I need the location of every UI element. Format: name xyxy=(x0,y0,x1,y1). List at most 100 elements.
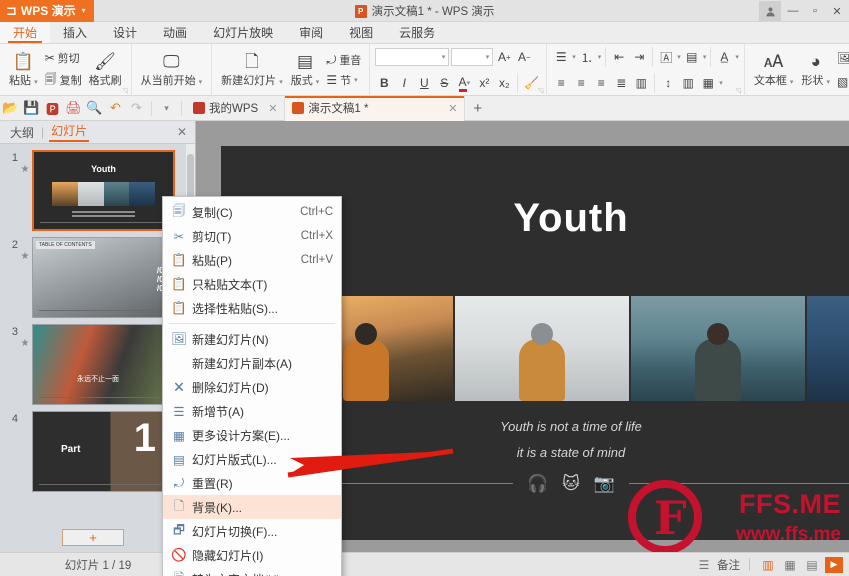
align-left-icon[interactable]: ≡ xyxy=(552,74,570,93)
slide-thumbnail-3[interactable]: 3 ★ 永远不止一面 xyxy=(0,318,186,405)
align-text-icon[interactable]: ▤ xyxy=(683,48,701,67)
tab-insert[interactable]: 插入 xyxy=(50,22,100,43)
undo-icon[interactable]: ↶ xyxy=(105,98,126,119)
open-icon[interactable]: 📂 xyxy=(0,98,21,119)
columns-icon[interactable]: ▥ xyxy=(679,74,697,93)
slide-thumbnail-image[interactable]: Youth xyxy=(32,150,175,231)
avatar[interactable] xyxy=(759,1,781,21)
align-center-icon[interactable]: ≡ xyxy=(572,74,590,93)
font-color-button[interactable]: A ▾ xyxy=(455,74,473,93)
menu-item-convert-to-doc[interactable]: 🗎 转为文字文档(H)... xyxy=(163,567,341,576)
slide-thumbnail-1[interactable]: 1 ★ Youth xyxy=(0,144,186,231)
menu-item-cut[interactable]: ✂ 剪切(T) Ctrl+X xyxy=(163,224,341,248)
menu-item-background[interactable]: 🗋 背景(K)... xyxy=(163,495,341,519)
clipboard-dialog-launcher[interactable]: ◹ xyxy=(122,87,127,95)
slide-thumbnail-image[interactable]: TABLE OF CONTENTS /01 /02 /03 xyxy=(32,237,175,318)
font-dialog-launcher[interactable]: ◹ xyxy=(538,87,543,95)
text-box-button[interactable]: 🗚 文本框 ▾ xyxy=(750,51,798,90)
menu-item-copy[interactable]: 🗐 复制(C) Ctrl+C xyxy=(163,200,341,224)
export-pdf-icon[interactable]: 🅿 xyxy=(42,98,63,119)
document-tab-my-wps[interactable]: 我的WPS ✕ xyxy=(186,95,286,121)
format-painter-button[interactable]: 🖌 格式刷 xyxy=(85,51,126,90)
minimize-button[interactable]: — xyxy=(783,1,803,21)
customize-icon[interactable]: ▾ xyxy=(156,98,177,119)
section-button[interactable]: ☰ 节 ▾ xyxy=(323,71,364,89)
slide-thumbnail-image[interactable]: 永远不止一面 xyxy=(32,324,175,405)
subscript-button[interactable]: x₂ xyxy=(495,74,513,93)
font-size-select[interactable]: ▾ xyxy=(451,48,494,66)
print-icon[interactable]: 🖨 xyxy=(63,98,84,119)
copy-button[interactable]: 🗐 复制 xyxy=(42,69,85,92)
menu-item-duplicate-slide[interactable]: 新建幻灯片副本(A) xyxy=(163,351,341,375)
arrange-button[interactable]: ▧ 排列▾ xyxy=(834,73,849,91)
smartart-icon[interactable]: ▦ xyxy=(699,74,717,93)
slide-thumbnail-4[interactable]: 4 ★ Part 1 xyxy=(0,405,186,492)
justify-icon[interactable]: ≣ xyxy=(612,74,630,93)
document-tab-presentation1[interactable]: 演示文稿1 * ✕ xyxy=(285,95,466,121)
text-direction-icon[interactable]: 🄰 xyxy=(657,48,675,67)
tab-cloud-service[interactable]: 云服务 xyxy=(386,22,448,43)
slide-sorter-icon[interactable]: ▦ xyxy=(781,557,799,573)
tab-view[interactable]: 视图 xyxy=(336,22,386,43)
grow-font-button[interactable]: A + xyxy=(495,48,513,67)
bullet-list-icon[interactable]: ☰ xyxy=(552,48,570,67)
layout-button[interactable]: ▤ 版式 ▾ xyxy=(287,51,324,90)
slide-photo-2[interactable] xyxy=(455,296,629,401)
menu-item-add-section[interactable]: ☰ 新增节(A) xyxy=(163,399,341,423)
align-right-icon[interactable]: ≡ xyxy=(592,74,610,93)
menu-item-paste-text-only[interactable]: 📋 只粘贴文本(T) xyxy=(163,272,341,296)
new-tab-button[interactable]: + xyxy=(465,100,490,117)
menu-item-new-slide[interactable]: 🖼 新建幻灯片(N) xyxy=(163,327,341,351)
reset-button[interactable]: ⤾ 重音 xyxy=(323,51,364,69)
menu-item-slide-transition[interactable]: 🗗 幻灯片切换(F)... xyxy=(163,519,341,543)
menu-item-paste[interactable]: 📋 粘贴(P) Ctrl+V xyxy=(163,248,341,272)
char-spacing-icon[interactable]: A̲ xyxy=(715,48,733,67)
line-spacing-icon[interactable]: ↕ xyxy=(659,74,677,93)
tab-start[interactable]: 开始 xyxy=(0,22,51,43)
cut-button[interactable]: ✂ 剪切 xyxy=(42,49,85,67)
notes-button[interactable]: 备注 xyxy=(717,557,740,573)
italic-button[interactable]: I xyxy=(395,74,413,93)
normal-view-icon[interactable]: ▥ xyxy=(759,557,777,573)
paste-button[interactable]: 📋 粘贴 ▾ xyxy=(5,51,42,90)
close-icon[interactable]: ✕ xyxy=(448,102,457,115)
wps-app-badge[interactable]: ⊐ WPS 演示 ▾ xyxy=(0,0,94,22)
bold-button[interactable]: B xyxy=(375,74,393,93)
underline-button[interactable]: U xyxy=(415,74,433,93)
chevron-down-icon[interactable]: ▾ xyxy=(82,6,86,15)
shapes-button[interactable]: ◕ 形状 ▾ xyxy=(797,51,834,90)
strikethrough-button[interactable]: S xyxy=(435,74,453,93)
font-name-select[interactable]: ▾ xyxy=(375,48,450,66)
close-button[interactable]: ✕ xyxy=(827,1,847,21)
tab-slideshow[interactable]: 幻灯片放映 xyxy=(200,22,286,43)
slide-photo-4[interactable] xyxy=(807,296,849,401)
tab-review[interactable]: 审阅 xyxy=(286,22,336,43)
slide-thumbnail-2[interactable]: 2 ★ TABLE OF CONTENTS /01 /02 /03 xyxy=(0,231,186,318)
from-current-slide-button[interactable]: 🖵 从当前开始 ▾ xyxy=(137,51,207,90)
numbered-list-icon[interactable]: ⒈ xyxy=(578,48,596,67)
maximize-button[interactable]: ▫ xyxy=(805,1,825,21)
menu-item-more-designs[interactable]: ▦ 更多设计方案(E)... xyxy=(163,423,341,447)
slideshow-icon[interactable]: ▶ xyxy=(825,556,843,573)
add-slide-button[interactable]: + xyxy=(62,529,124,546)
notes-icon[interactable]: ☰ xyxy=(695,557,713,573)
superscript-button[interactable]: x² xyxy=(475,74,493,93)
slide-context-menu[interactable]: 🗐 复制(C) Ctrl+C ✂ 剪切(T) Ctrl+X 📋 粘贴(P) Ct… xyxy=(162,196,342,576)
new-slide-button[interactable]: 🗋 新建幻灯片 ▾ xyxy=(217,51,287,90)
slide-thumbnail-image[interactable]: Part 1 xyxy=(32,411,175,492)
reading-view-icon[interactable]: ▤ xyxy=(803,557,821,573)
print-preview-icon[interactable]: 🔍 xyxy=(84,98,105,119)
increase-indent-icon[interactable]: ⇥ xyxy=(630,48,648,67)
tab-slides[interactable]: 幻灯片 xyxy=(49,122,90,142)
decrease-indent-icon[interactable]: ⇤ xyxy=(610,48,628,67)
menu-item-paste-special[interactable]: 📋 选择性粘贴(S)... xyxy=(163,296,341,320)
redo-icon[interactable]: ↷ xyxy=(126,98,147,119)
menu-item-delete-slide[interactable]: 🗙 删除幻灯片(D) xyxy=(163,375,341,399)
shrink-font-button[interactable]: A − xyxy=(515,48,533,67)
paragraph-dialog-launcher[interactable]: ◹ xyxy=(735,87,740,95)
distribute-icon[interactable]: ▥ xyxy=(632,74,650,93)
slide-photo-3[interactable] xyxy=(631,296,805,401)
tab-animation[interactable]: 动画 xyxy=(150,22,200,43)
save-icon[interactable]: 💾 xyxy=(21,98,42,119)
tab-outline[interactable]: 大纲 xyxy=(8,124,36,141)
